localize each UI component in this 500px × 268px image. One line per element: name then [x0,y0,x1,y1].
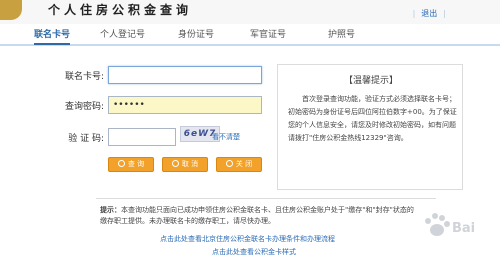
tab-officer-id[interactable]: 军官证号 [250,27,286,40]
password-input[interactable] [108,96,262,114]
tab-card-number[interactable]: 联名卡号 [34,27,71,45]
query-button[interactable]: 查 询 [108,157,154,172]
tip-title: 【温馨提示】 [343,76,398,86]
card-label: 联名卡号: [64,72,104,82]
search-icon [117,160,125,167]
emblem-icon [0,0,22,20]
refresh-captcha-link[interactable]: 看不清楚 [212,132,240,142]
tab-id-card[interactable]: 身份证号 [178,27,214,40]
card-conditions-link[interactable]: 点击此处查看北京住房公积金联名卡办理条件和办理流程 [160,234,335,244]
header-bar: 个人住房公积金查询 | 退出 | [0,0,500,24]
password-label: 查询密码: [64,102,104,112]
logout-area: | 退出 | [412,9,446,18]
logout-link[interactable]: 退出 [421,9,437,18]
cancel-button[interactable]: 取 消 [162,157,208,172]
card-number-input[interactable] [108,66,262,84]
footer-divider [96,198,436,199]
watermark: Bai [414,205,494,257]
notice-body: 本查询功能只面向已成功申领住房公积金联名卡、且住房公积金账户处于"缴存"和"封存… [100,206,414,225]
power-icon [225,160,233,167]
tip-box: 【温馨提示】 首次登录查询功能，验证方式必须选择联名卡号；初始密码为身份证号后四… [277,64,463,190]
tab-bar: 联名卡号 个人登记号 身份证号 军官证号 护照号 [0,25,500,46]
captcha-input[interactable] [108,128,176,146]
close-button[interactable]: 关 闭 [216,157,262,172]
captcha-label: 验 证 码: [68,134,104,144]
notice-text: 提示：本查询功能只面向已成功申领住房公积金联名卡、且住房公积金账户处于"缴存"和… [100,205,420,227]
notice-prefix: 提示： [100,206,121,214]
cancel-icon [171,160,179,167]
close-button-label: 关 闭 [235,160,253,168]
site-title: 个人住房公积金查询 [48,3,193,17]
tip-body: 首次登录查询功能，验证方式必须选择联名卡号；初始密码为身份证号后四位阿拉伯数字+… [288,95,457,142]
tab-passport[interactable]: 护照号 [328,27,355,40]
card-style-link[interactable]: 点击此处查看公积金卡样式 [212,247,296,257]
tab-personal-id[interactable]: 个人登记号 [100,27,145,40]
watermark-logo-icon: Bai [425,213,475,236]
cancel-button-label: 取 消 [181,160,199,168]
query-button-label: 查 询 [127,160,145,168]
svg-text:Bai: Bai [452,221,475,236]
